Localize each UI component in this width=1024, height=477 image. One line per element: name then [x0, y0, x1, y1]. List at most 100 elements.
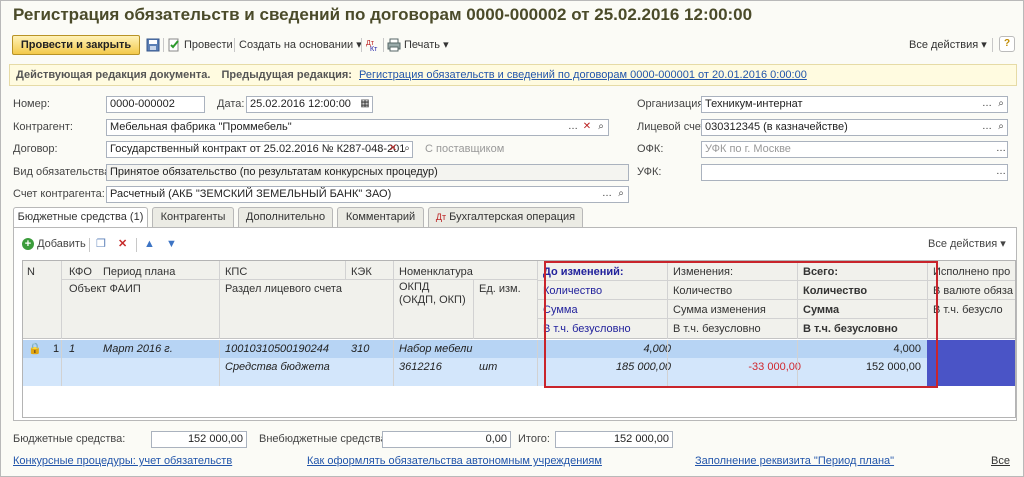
row-account-section: Средства бюджета: [225, 361, 330, 373]
post-button[interactable]: Провести: [167, 35, 233, 55]
grid-all-actions-menu[interactable]: Все действия ▾: [928, 236, 1006, 252]
help-button[interactable]: ?: [999, 36, 1015, 52]
tab-accounting-operation[interactable]: Дт Бухгалтерская операция: [428, 207, 583, 227]
dropdown-arrow-icon: ▾: [1000, 238, 1006, 250]
ufk-field[interactable]: [701, 164, 1008, 181]
obligation-type-label: Вид обязательства:: [13, 166, 114, 178]
organization-label: Организация:: [637, 98, 707, 110]
row-kek: 310: [351, 343, 370, 355]
col-okpd[interactable]: ОКПД (ОКДП, ОКП): [399, 281, 469, 307]
select-ellipsis-icon[interactable]: …: [566, 120, 580, 135]
personal-account-label: Лицевой счет:: [637, 121, 709, 133]
create-based-on-label: Создать на основании: [239, 39, 354, 51]
move-down-icon[interactable]: ▼: [166, 236, 177, 252]
col-executed-currency[interactable]: В валюте обяза: [933, 283, 1013, 299]
move-up-icon[interactable]: ▲: [144, 236, 155, 252]
current-revision-label: Действующая редакция документа.: [16, 69, 211, 81]
calendar-icon[interactable]: ▦: [358, 97, 372, 112]
row-unit: шт: [479, 361, 498, 373]
contractor-value: Мебельная фабрика "Проммебель": [110, 121, 292, 133]
nonbudget-funds-total-label: Внебюджетные средства:: [259, 433, 390, 445]
col-account-section[interactable]: Раздел лицевого счета: [225, 281, 342, 297]
tab-additional[interactable]: Дополнительно: [238, 207, 333, 227]
previous-revision-link[interactable]: Регистрация обязательств и сведений по д…: [359, 69, 807, 81]
select-ellipsis-icon[interactable]: …: [994, 142, 1008, 157]
nonbudget-funds-total: 0,00: [382, 431, 511, 448]
search-icon[interactable]: ⌕: [614, 187, 628, 202]
col-kfo[interactable]: КФО: [69, 264, 92, 280]
tab-accounting-operation-label: Бухгалтерская операция: [449, 211, 576, 223]
col-kps[interactable]: КПС: [225, 264, 247, 280]
column-divider: [537, 340, 538, 386]
all-actions-menu[interactable]: Все действия ▾: [909, 35, 987, 55]
select-ellipsis-icon[interactable]: …: [600, 187, 614, 202]
row-okpd: 3612216: [399, 361, 442, 373]
search-icon[interactable]: ⌕: [400, 142, 414, 157]
ufk-label: УФК:: [637, 166, 662, 178]
organization-field[interactable]: Техникум-интернат: [701, 96, 1008, 113]
column-divider: [345, 261, 346, 279]
selected-cell[interactable]: [927, 340, 1015, 386]
toolbar-separator: [383, 38, 384, 52]
contractor-field[interactable]: Мебельная фабрика "Проммебель": [106, 119, 609, 136]
clear-icon[interactable]: ✕: [580, 120, 594, 135]
contract-field[interactable]: Государственный контракт от 25.02.2016 №…: [106, 141, 413, 158]
toolbar-separator: [163, 38, 164, 52]
ofk-value: УФК по г. Москве: [705, 143, 791, 155]
select-ellipsis-icon[interactable]: …: [994, 165, 1008, 180]
procedures-help-link[interactable]: Конкурсные процедуры: учет обязательств: [13, 455, 232, 467]
column-divider: [219, 261, 220, 339]
save-button[interactable]: [146, 35, 163, 55]
add-label: Добавить: [37, 238, 86, 250]
add-row-button[interactable]: + Добавить: [22, 236, 86, 252]
ofk-field[interactable]: УФК по г. Москве: [701, 141, 1008, 158]
previous-revision-label: Предыдущая редакция:: [221, 69, 352, 81]
all-links-link[interactable]: Все: [991, 455, 1010, 467]
select-ellipsis-icon[interactable]: …: [372, 142, 386, 157]
col-n[interactable]: N: [27, 264, 35, 280]
select-ellipsis-icon[interactable]: …: [980, 120, 994, 135]
post-label: Провести: [184, 39, 233, 51]
obligation-type-field[interactable]: Принятое обязательство (по результатам к…: [106, 164, 629, 181]
print-menu[interactable]: Печать ▾: [387, 35, 449, 55]
col-kek[interactable]: КЭК: [351, 264, 372, 280]
search-icon[interactable]: ⌕: [994, 120, 1008, 135]
col-nomenclature[interactable]: Номенклатура: [399, 264, 473, 280]
col-unit[interactable]: Ед. изм.: [479, 281, 521, 297]
contractor-account-label: Счет контрагента:: [13, 188, 105, 200]
column-divider: [61, 261, 62, 339]
select-ellipsis-icon[interactable]: …: [980, 97, 994, 112]
budget-funds-total: 152 000,00: [151, 431, 247, 448]
delete-row-icon[interactable]: ✕: [118, 236, 127, 252]
autonomous-help-link[interactable]: Как оформлять обязательства автономным у…: [307, 455, 602, 467]
number-field[interactable]: 0000-000002: [106, 96, 205, 113]
date-field[interactable]: 25.02.2016 12:00:00: [246, 96, 373, 113]
tab-contractors[interactable]: Контрагенты: [152, 207, 234, 227]
column-divider: [219, 340, 220, 386]
contractor-account-field[interactable]: Расчетный (АКБ "ЗЕМСКИЙ ЗЕМЕЛЬНЫЙ БАНК" …: [106, 186, 629, 203]
create-based-on-menu[interactable]: Создать на основании ▾: [239, 35, 362, 55]
col-executed[interactable]: Исполнено про: [933, 264, 1010, 280]
svg-text:Кт: Кт: [370, 46, 378, 52]
accounting-entries-button[interactable]: Дт Кт: [365, 35, 382, 55]
column-divider: [393, 340, 394, 386]
search-icon[interactable]: ⌕: [994, 97, 1008, 112]
personal-account-field[interactable]: 030312345 (в казначействе): [701, 119, 1008, 136]
document-window: Регистрация обязательств и сведений по д…: [0, 0, 1024, 477]
tab-budget-funds[interactable]: Бюджетные средства (1): [13, 207, 148, 228]
column-divider: [537, 261, 538, 339]
main-toolbar: Провести и закрыть Провести Создать на о…: [9, 35, 1017, 55]
clear-icon[interactable]: ✕: [386, 142, 400, 157]
search-icon[interactable]: ⌕: [594, 120, 608, 135]
post-and-close-button[interactable]: Провести и закрыть: [12, 35, 140, 55]
grand-total: 152 000,00: [555, 431, 673, 448]
col-faip[interactable]: Объект ФАИП: [69, 281, 141, 297]
copy-row-icon[interactable]: ❐: [96, 236, 106, 252]
window-title: Регистрация обязательств и сведений по д…: [13, 5, 753, 24]
column-divider: [393, 261, 394, 339]
budget-funds-total-label: Бюджетные средства:: [13, 433, 126, 445]
tab-comment[interactable]: Комментарий: [337, 207, 424, 227]
plan-period-help-link[interactable]: Заполнение реквизита "Период плана": [695, 455, 894, 467]
col-plan-period[interactable]: Период плана: [103, 264, 175, 280]
col-executed-uncond[interactable]: В т.ч. безусло: [933, 302, 1003, 318]
